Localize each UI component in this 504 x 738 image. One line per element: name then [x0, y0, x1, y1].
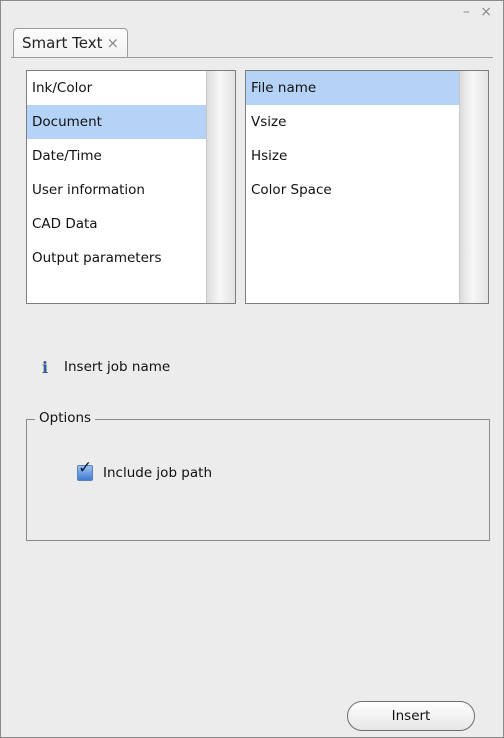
tab-label: Smart Text [22, 34, 103, 52]
insert-button[interactable]: Insert [347, 701, 475, 731]
list-item-document[interactable]: Document [27, 105, 206, 139]
list-item-file-name[interactable]: File name [246, 71, 459, 105]
list-item-date-time[interactable]: Date/Time [27, 139, 206, 173]
info-icon: i [41, 357, 49, 377]
options-group: Options ✓ Include job path [26, 410, 490, 541]
list-item-output-parameters[interactable]: Output parameters [27, 241, 206, 275]
checkmark-icon: ✓ [78, 458, 93, 478]
close-icon[interactable]: × [106, 34, 119, 52]
smart-text-panel: – × Smart Text × Ink/Color Document Date… [0, 0, 504, 738]
list-item-color-space[interactable]: Color Space [246, 173, 459, 207]
include-job-path-option[interactable]: ✓ Include job path [77, 460, 212, 481]
category-list-scrollbar[interactable] [206, 71, 235, 303]
field-list-scrollbar[interactable] [459, 71, 488, 303]
description-text: Insert job name [64, 359, 171, 375]
category-list[interactable]: Ink/Color Document Date/Time User inform… [26, 70, 236, 304]
window-controls[interactable]: – × [463, 4, 495, 20]
include-job-path-checkbox[interactable]: ✓ [77, 460, 93, 481]
description-row: i Insert job name [36, 357, 170, 377]
options-legend: Options [35, 410, 96, 426]
include-job-path-label[interactable]: Include job path [103, 465, 212, 481]
field-list[interactable]: File name Vsize Hsize Color Space [245, 70, 489, 304]
list-item-ink-color[interactable]: Ink/Color [27, 71, 206, 105]
list-item-user-information[interactable]: User information [27, 173, 206, 207]
list-item-hsize[interactable]: Hsize [246, 139, 459, 173]
tab-smart-text[interactable]: Smart Text × [13, 28, 129, 57]
list-item-cad-data[interactable]: CAD Data [27, 207, 206, 241]
list-item-vsize[interactable]: Vsize [246, 105, 459, 139]
